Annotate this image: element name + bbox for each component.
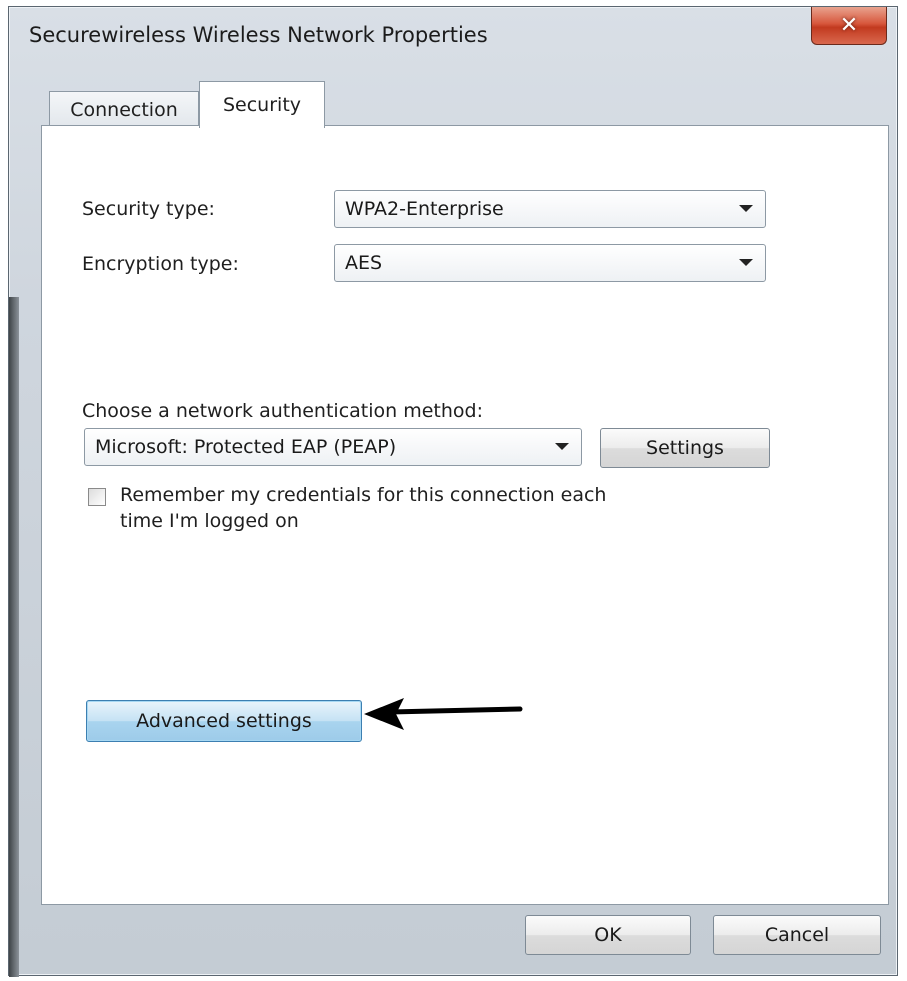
remember-credentials-label-line1: Remember my credentials for this connect…: [120, 484, 607, 506]
window-title: Securewireless Wireless Network Properti…: [29, 23, 488, 47]
cancel-button[interactable]: Cancel: [713, 915, 881, 955]
settings-button-label: Settings: [646, 437, 724, 459]
auth-method-value: Microsoft: Protected EAP (PEAP): [95, 436, 397, 458]
title-bar[interactable]: Securewireless Wireless Network Properti…: [9, 7, 897, 71]
remember-credentials-checkbox[interactable]: [88, 488, 106, 506]
cancel-button-label: Cancel: [764, 924, 830, 946]
security-type-select[interactable]: WPA2-Enterprise: [334, 190, 766, 228]
chevron-down-icon: [739, 259, 753, 266]
advanced-settings-button-label: Advanced settings: [136, 710, 312, 732]
tab-security-label: Security: [222, 94, 302, 116]
encryption-type-label: Encryption type:: [82, 253, 239, 275]
advanced-settings-button[interactable]: Advanced settings: [86, 700, 362, 742]
close-button[interactable]: ✕: [811, 7, 887, 45]
settings-button[interactable]: Settings: [600, 428, 770, 468]
remember-credentials-label-line2: time I'm logged on: [120, 510, 299, 532]
chevron-down-icon: [555, 443, 569, 450]
security-type-value: WPA2-Enterprise: [345, 198, 504, 220]
close-icon: ✕: [839, 13, 859, 38]
auth-method-select[interactable]: Microsoft: Protected EAP (PEAP): [84, 428, 582, 466]
tab-strip: Connection Security: [49, 81, 869, 128]
security-type-label: Security type:: [82, 198, 215, 220]
security-panel: Security type: WPA2-Enterprise Encryptio…: [41, 125, 889, 905]
tab-connection-label: Connection: [70, 98, 178, 121]
encryption-type-value: AES: [345, 252, 383, 274]
dialog-window: Securewireless Wireless Network Properti…: [8, 6, 898, 977]
window-left-edge: [9, 297, 19, 977]
encryption-type-select[interactable]: AES: [334, 244, 766, 282]
ok-button-label: OK: [594, 924, 622, 946]
arrow-left-icon: [364, 698, 523, 730]
auth-method-label: Choose a network authentication method:: [82, 400, 484, 422]
chevron-down-icon: [739, 205, 753, 212]
tab-security[interactable]: Security: [199, 81, 325, 128]
tab-connection[interactable]: Connection: [49, 91, 199, 127]
ok-button[interactable]: OK: [525, 915, 691, 955]
